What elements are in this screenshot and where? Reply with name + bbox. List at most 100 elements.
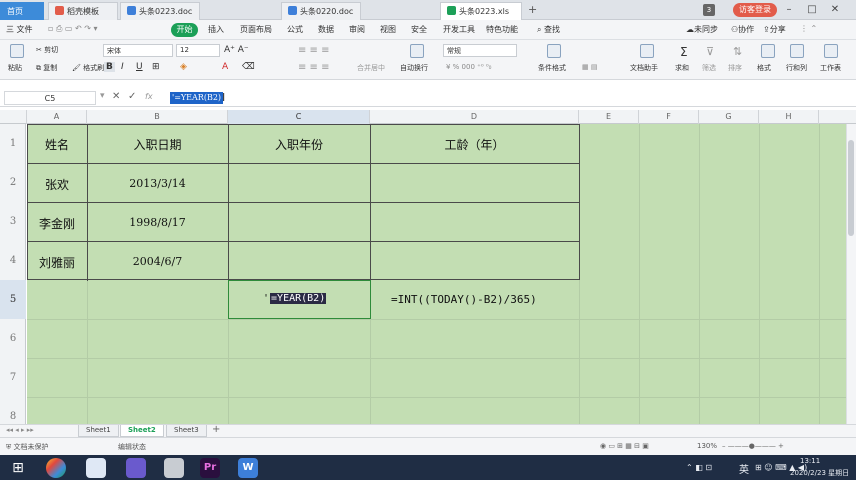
vertical-scroll-thumb[interactable]: [848, 140, 854, 236]
tray-icons[interactable]: ⌃ ◧ ⊡: [686, 463, 712, 472]
column-header-f[interactable]: F: [639, 110, 699, 124]
font-grow-shrink-icons[interactable]: A⁺ A⁻: [224, 45, 249, 55]
column-header-a[interactable]: A: [27, 110, 87, 124]
column-header-e[interactable]: E: [579, 110, 639, 124]
italic-button[interactable]: I: [121, 62, 124, 72]
fx-icon[interactable]: fx: [145, 92, 153, 101]
close-icon[interactable]: ✕: [828, 3, 842, 17]
search-button[interactable]: ⌕ 查找: [537, 24, 560, 35]
confirm-icon[interactable]: ✓: [128, 91, 136, 102]
doc-helper-label[interactable]: 文档助手: [630, 63, 658, 73]
cell-c5-editor[interactable]: ' =YEAR(B2): [262, 293, 327, 304]
format-painter-button[interactable]: 🖌 格式刷: [72, 63, 104, 73]
doc-helper-icon[interactable]: [640, 44, 654, 58]
row-header-2[interactable]: 2: [0, 163, 26, 202]
worksheet-icon[interactable]: [824, 44, 838, 58]
row-header-3[interactable]: 3: [0, 202, 26, 241]
tab-doc-0223[interactable]: 头条0223.doc: [120, 2, 200, 20]
wrap-text-icon[interactable]: [410, 44, 424, 58]
cell-a4[interactable]: 刘雅丽: [27, 254, 87, 271]
share-button[interactable]: ⇪分享: [763, 24, 786, 35]
doc-protection-status[interactable]: ⛨ 文档未保护: [6, 442, 48, 452]
worksheet-label[interactable]: 工作表: [820, 63, 841, 73]
tab-xls-0223[interactable]: 头条0223.xls: [440, 2, 522, 20]
name-box-dropdown-icon[interactable]: ▾: [100, 91, 105, 101]
sum-icon[interactable]: Σ: [680, 45, 688, 59]
row-header-7[interactable]: 7: [0, 358, 26, 397]
cloud-app-icon[interactable]: [86, 458, 106, 478]
formula-input[interactable]: '=YEAR(B2): [170, 92, 224, 104]
fill-color-icon[interactable]: ◈: [180, 62, 187, 72]
font-name-select[interactable]: 宋体: [103, 44, 173, 57]
name-box[interactable]: C5: [4, 91, 96, 105]
tab-count-badge[interactable]: 3: [703, 4, 715, 16]
align-horizontal-icons[interactable]: ≡ ≡ ≡: [298, 62, 330, 73]
add-tab-button[interactable]: +: [528, 3, 537, 16]
zoom-level[interactable]: 130%: [697, 442, 717, 450]
copy-button[interactable]: ⧉ 复制: [36, 63, 57, 73]
border-icon[interactable]: ⊞: [152, 62, 160, 72]
maximize-icon[interactable]: □: [805, 3, 819, 17]
font-color-icon[interactable]: A: [222, 62, 228, 72]
select-all-corner[interactable]: [0, 110, 27, 124]
zoom-slider[interactable]: – ———●——— +: [722, 442, 784, 450]
cancel-icon[interactable]: ✕: [112, 91, 120, 102]
align-top-icons[interactable]: ≡ ≡ ≡: [298, 45, 330, 56]
cell-style-icons[interactable]: ▦ ▤: [582, 63, 597, 71]
collab-button[interactable]: ⚇协作: [731, 24, 754, 35]
tab-view[interactable]: 视图: [380, 24, 396, 35]
conditional-format-label[interactable]: 条件格式: [538, 63, 566, 73]
column-header-h[interactable]: H: [759, 110, 819, 124]
visitor-login-button[interactable]: 访客登录: [733, 3, 777, 17]
add-sheet-icon[interactable]: +: [212, 424, 220, 435]
wrap-text-label[interactable]: 自动换行: [400, 63, 428, 73]
row-header-6[interactable]: 6: [0, 319, 26, 358]
tab-security[interactable]: 安全: [411, 24, 427, 35]
tab-start[interactable]: 开始: [171, 23, 198, 37]
sort-label[interactable]: 排序: [728, 63, 742, 73]
number-format-icons[interactable]: ¥ % 000 ⁺⁰ ⁰₀: [446, 63, 491, 71]
cell-b2[interactable]: 2013/3/14: [87, 177, 228, 190]
cell-a1[interactable]: 姓名: [27, 136, 87, 153]
cell-a2[interactable]: 张欢: [27, 176, 87, 193]
row-header-1[interactable]: 1: [0, 124, 26, 163]
sheet-tab-3[interactable]: Sheet3: [166, 425, 207, 437]
bold-button[interactable]: B: [104, 62, 115, 72]
sheet-nav-arrows[interactable]: ◂◂ ◂ ▸ ▸▸: [6, 426, 34, 434]
paste-icon[interactable]: [10, 44, 24, 58]
column-header-b[interactable]: B: [87, 110, 228, 124]
sheet-tab-1[interactable]: Sheet1: [78, 425, 119, 437]
feather-app-icon[interactable]: [126, 458, 146, 478]
tab-data[interactable]: 数据: [318, 24, 334, 35]
row-header-4[interactable]: 4: [0, 241, 26, 280]
row-header-8[interactable]: 8: [0, 397, 26, 424]
font-size-select[interactable]: 12: [176, 44, 220, 57]
conditional-format-icon[interactable]: [547, 44, 561, 58]
tab-page-layout[interactable]: 页面布局: [240, 24, 272, 35]
clock-date[interactable]: 2020/2/23 星期日: [790, 468, 849, 478]
sum-label[interactable]: 求和: [675, 63, 689, 73]
cell-b3[interactable]: 1998/8/17: [87, 216, 228, 229]
clock-time[interactable]: 13:11: [800, 457, 820, 465]
premiere-icon[interactable]: Pr: [200, 458, 220, 478]
worksheet-grid[interactable]: 姓名 入职日期 入职年份 工龄（年） 张欢 2013/3/14 李金刚 1998…: [27, 124, 846, 424]
filter-label[interactable]: 筛选: [702, 63, 716, 73]
row-col-icon[interactable]: [790, 44, 804, 58]
tab-formulas[interactable]: 公式: [287, 24, 303, 35]
cell-d5[interactable]: =INT((TODAY()-B2)/365): [391, 293, 537, 306]
paste-label[interactable]: 粘贴: [8, 63, 22, 73]
filter-icon[interactable]: ⊽: [706, 45, 714, 58]
row-header-5[interactable]: 5: [0, 280, 26, 319]
cell-b4[interactable]: 2004/6/7: [87, 255, 228, 268]
tab-docer-templates[interactable]: 稻壳模板: [48, 2, 118, 20]
cell-c1[interactable]: 入职年份: [228, 136, 370, 153]
browser-icon[interactable]: [46, 458, 66, 478]
cell-b1[interactable]: 入职日期: [87, 136, 228, 153]
media-app-icon[interactable]: [164, 458, 184, 478]
tab-insert[interactable]: 插入: [208, 24, 224, 35]
sheet-tab-2[interactable]: Sheet2: [120, 425, 164, 437]
sync-status[interactable]: ☁未同步: [686, 24, 718, 35]
underline-button[interactable]: U: [136, 62, 143, 72]
format-icon[interactable]: [761, 44, 775, 58]
minimize-icon[interactable]: –: [782, 3, 796, 17]
